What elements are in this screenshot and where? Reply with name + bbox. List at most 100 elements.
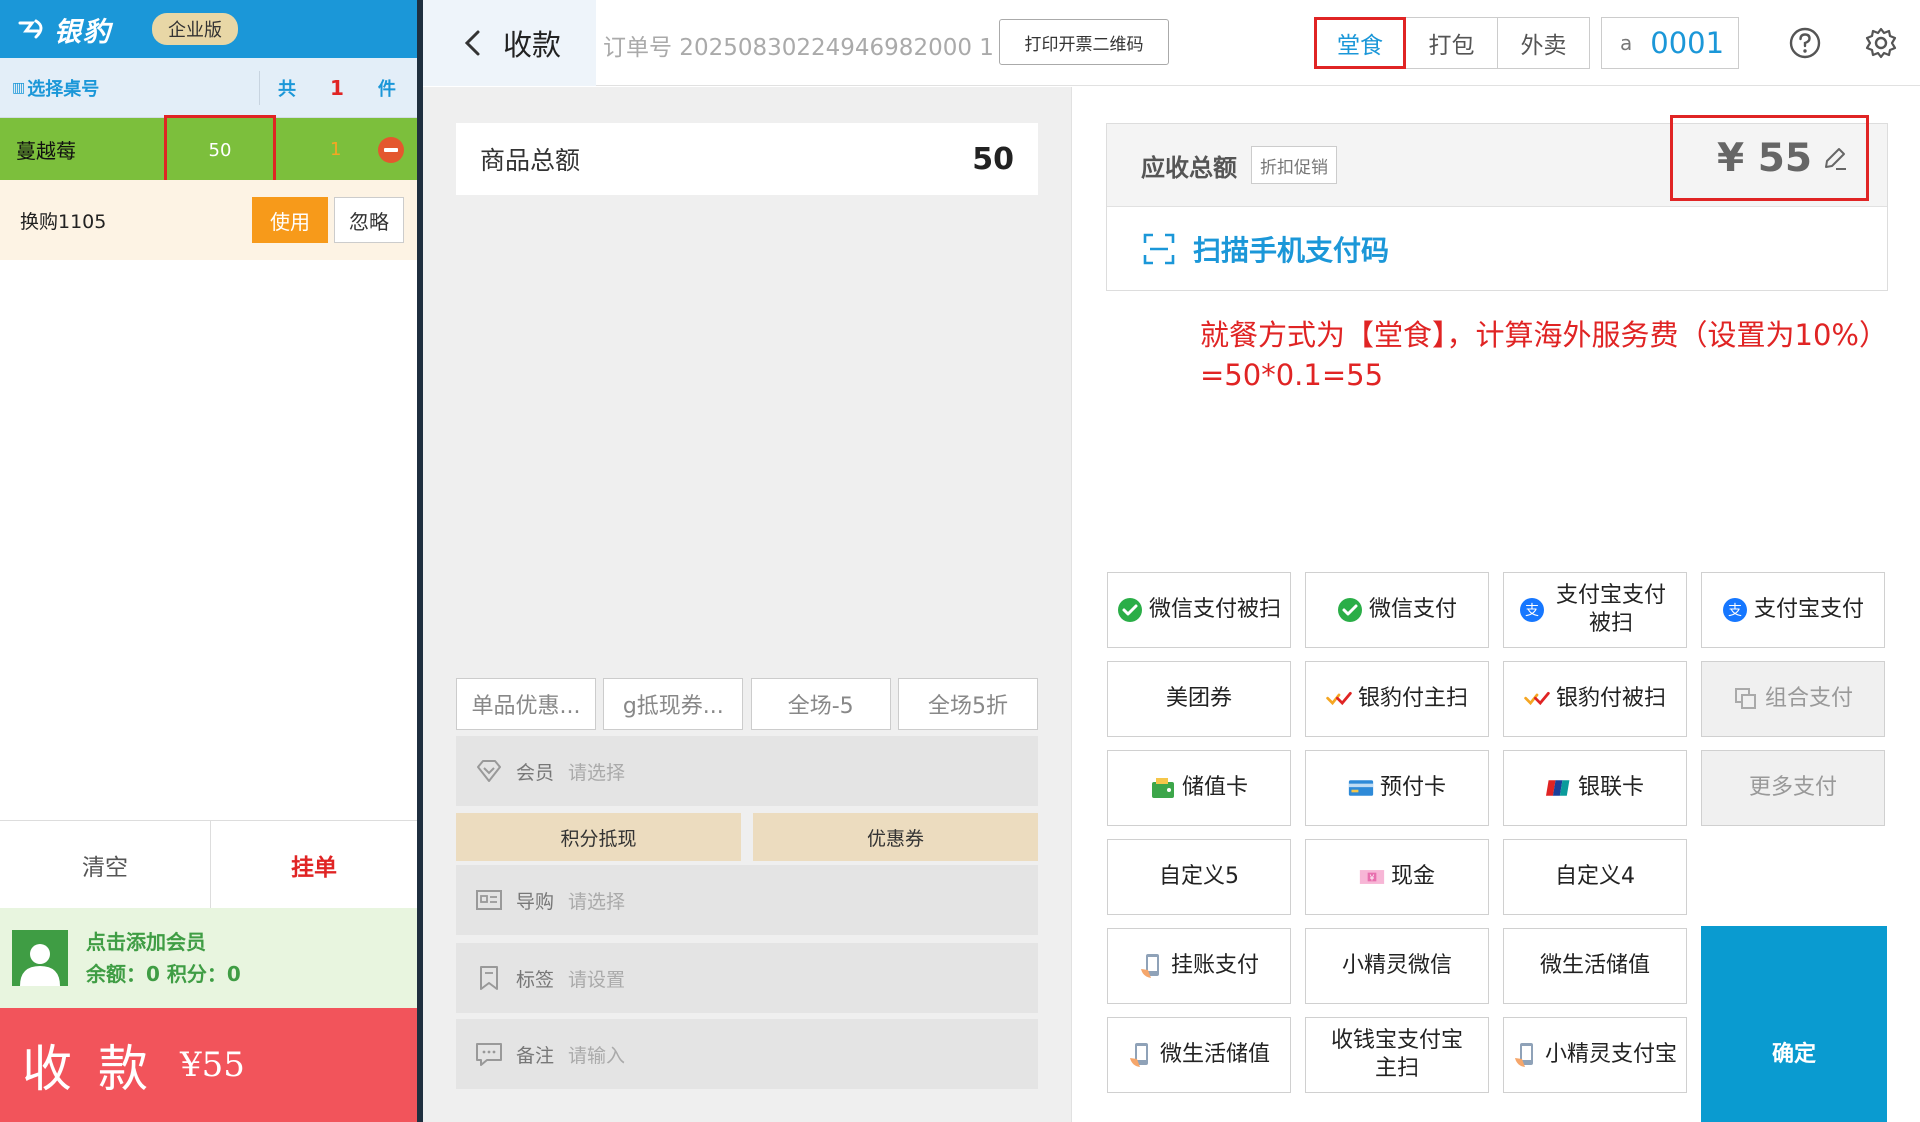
cart-item-price: 50 (164, 115, 276, 185)
shopping-guide-field[interactable]: 导购 请选择 (456, 865, 1038, 935)
hold-order-button[interactable]: 挂单 (211, 821, 417, 909)
pay-method-button[interactable]: 小精灵微信 (1305, 928, 1489, 1004)
id-card-icon (476, 890, 502, 910)
clear-button[interactable]: 清空 (0, 821, 211, 909)
use-promotion-button[interactable]: 使用 (252, 197, 328, 243)
phone-pay-icon (1139, 953, 1165, 979)
note-field[interactable]: 备注 请输入 (456, 1019, 1038, 1089)
tag-field-placeholder: 请设置 (568, 968, 626, 991)
discount-buttons: 单品优惠... g抵现券... 全场-5 全场5折 (456, 678, 1038, 732)
pay-method-label: 支付宝支付被扫 (1555, 583, 1666, 636)
pay-method-button[interactable]: 微信支付被扫 (1107, 572, 1291, 648)
pay-method-button[interactable]: 小精灵支付宝 (1503, 1017, 1687, 1093)
discount-promotion-button[interactable]: 折扣促销 (1251, 146, 1337, 184)
print-invoice-qr-button[interactable]: 打印开票二维码 (999, 19, 1169, 65)
pay-method-button[interactable]: 微生活储值 (1503, 928, 1687, 1004)
takeout-button[interactable]: 打包 (1406, 17, 1498, 69)
pay-method-button[interactable]: 自定义4 (1503, 839, 1687, 915)
select-table-button[interactable]: ▥ 选择桌号 (12, 70, 260, 105)
annotation-text: 就餐方式为【堂食】，计算海外服务费（设置为10%）=50*0.1=55 (1200, 318, 1874, 392)
tag-field[interactable]: 标签 请设置 (456, 943, 1038, 1013)
order-number: 订单号 20250830224946982000 1 (603, 35, 994, 61)
pay-method-button[interactable]: 组合支付 (1701, 661, 1885, 737)
member-field-label: 会员 (516, 761, 555, 784)
pay-method-label: 储值卡 (1181, 775, 1248, 800)
checkout-button[interactable]: 收款 ¥55 (0, 1008, 417, 1122)
unionpay-icon (1545, 775, 1572, 801)
gear-icon[interactable] (1864, 26, 1898, 60)
pay-method-button[interactable]: 银联卡 (1503, 750, 1687, 826)
svg-text:支: 支 (1525, 603, 1539, 619)
pay-method-label: 微生活储值 (1539, 953, 1650, 978)
voucher-button[interactable]: g抵现券... (603, 678, 744, 730)
pay-method-label: 自定义4 (1555, 864, 1635, 889)
store-minus-5-button[interactable]: 全场-5 (750, 678, 891, 730)
pay-method-button[interactable]: 微生活储值 (1107, 1017, 1291, 1093)
pay-method-button[interactable]: 挂账支付 (1107, 928, 1291, 1004)
pay-method-button[interactable]: 美团券 (1107, 661, 1291, 737)
alipay-icon: 支 (1519, 597, 1545, 623)
pay-method-button[interactable]: 收钱宝支付宝主扫 (1305, 1017, 1489, 1093)
coupon-button[interactable]: 优惠券 (753, 813, 1038, 861)
receivable-amount-box[interactable]: ¥ 55 (1670, 115, 1869, 201)
table-number-field[interactable]: a 0001 (1601, 17, 1739, 69)
back-arrow-icon (464, 30, 480, 56)
receivable-header: 应收总额 折扣促销 ¥ 55 (1107, 115, 1887, 207)
phone-pay-icon (1128, 1042, 1154, 1068)
scan-payment-code-button[interactable]: 扫描手机支付码 (1107, 207, 1887, 291)
edit-icon[interactable] (1822, 145, 1848, 171)
cart-item-name: 蔓越莓 (16, 138, 76, 163)
remove-item-icon[interactable] (378, 137, 404, 163)
help-icon[interactable] (1788, 26, 1822, 60)
cart-item-qty: 1 (330, 138, 342, 160)
wechat-pay-icon (1337, 597, 1363, 623)
pay-method-label: 银联卡 (1577, 775, 1644, 800)
svg-text:¥: ¥ (1370, 873, 1375, 882)
checkout-amount: ¥55 (180, 1045, 245, 1085)
ignore-promotion-button[interactable]: 忽略 (334, 197, 404, 243)
cart-item-row[interactable]: 蔓越莓 50 1 (0, 115, 417, 185)
pay-method-button[interactable]: 支支付宝支付被扫 (1503, 572, 1687, 648)
wallet-icon (1150, 775, 1176, 801)
pay-method-button[interactable]: 支支付宝支付 (1701, 572, 1885, 648)
note-field-placeholder: 请输入 (568, 1044, 626, 1067)
pay-method-label: 微信支付被扫 (1148, 597, 1281, 622)
pay-method-label: 小精灵支付宝 (1544, 1042, 1677, 1067)
count-unit: 件 (377, 78, 396, 100)
pay-method-button[interactable]: 银豹付主扫 (1305, 661, 1489, 737)
tag-field-label: 标签 (516, 968, 555, 991)
points-redeem-button[interactable]: 积分抵现 (456, 813, 741, 861)
add-member-box[interactable]: 点击添加会员 余额：0 积分：0 (0, 908, 417, 1008)
delivery-button[interactable]: 外卖 (1498, 17, 1590, 69)
logo-icon (18, 17, 48, 41)
order-details-column: 商品总额 50 单品优惠... g抵现券... 全场-5 全场5折 会员 请选择… (423, 87, 1071, 1122)
wechat-pay-icon (1117, 597, 1143, 623)
pay-method-button[interactable]: 自定义5 (1107, 839, 1291, 915)
table-icon: ▥ (12, 79, 26, 96)
diamond-icon (477, 760, 501, 782)
pay-method-button[interactable]: 银豹付被扫 (1503, 661, 1687, 737)
payment-modal: 收款 订单号 20250830224946982000 1 打印开票二维码 堂食… (423, 0, 1920, 1122)
yinbao-pay-icon (1326, 686, 1352, 712)
alipay-icon: 支 (1722, 597, 1748, 623)
item-discount-button[interactable]: 单品优惠... (456, 678, 596, 730)
pay-method-button[interactable]: 更多支付 (1701, 750, 1885, 826)
pay-method-button[interactable]: 储值卡 (1107, 750, 1291, 826)
pay-method-label: 预付卡 (1379, 775, 1446, 800)
pay-method-label: 银豹付主扫 (1357, 686, 1468, 711)
avatar-icon (12, 930, 68, 986)
confirm-button[interactable]: 确定 (1701, 926, 1887, 1122)
pay-method-button[interactable]: ¥ 现金 (1305, 839, 1489, 915)
pay-method-label: 组合支付 (1764, 686, 1853, 711)
dine-in-button[interactable]: 堂食 (1314, 17, 1406, 69)
payment-methods-grid: 微信支付被扫 微信支付支支付宝支付被扫支支付宝支付 美团券 银豹付主扫 银豹付被扫 组合支… (1107, 572, 1887, 1122)
note-field-label: 备注 (516, 1044, 555, 1067)
pay-method-button[interactable]: 预付卡 (1305, 750, 1489, 826)
pay-method-label: 微生活储值 (1159, 1042, 1270, 1067)
table-prefix: a (1620, 31, 1633, 55)
pay-method-button[interactable]: 微信支付 (1305, 572, 1489, 648)
member-select-field[interactable]: 会员 请选择 (456, 736, 1038, 806)
store-half-off-button[interactable]: 全场5折 (897, 678, 1038, 730)
back-button[interactable]: 收款 (423, 0, 596, 86)
modal-header: 收款 订单号 20250830224946982000 1 打印开票二维码 堂食… (423, 0, 1920, 86)
